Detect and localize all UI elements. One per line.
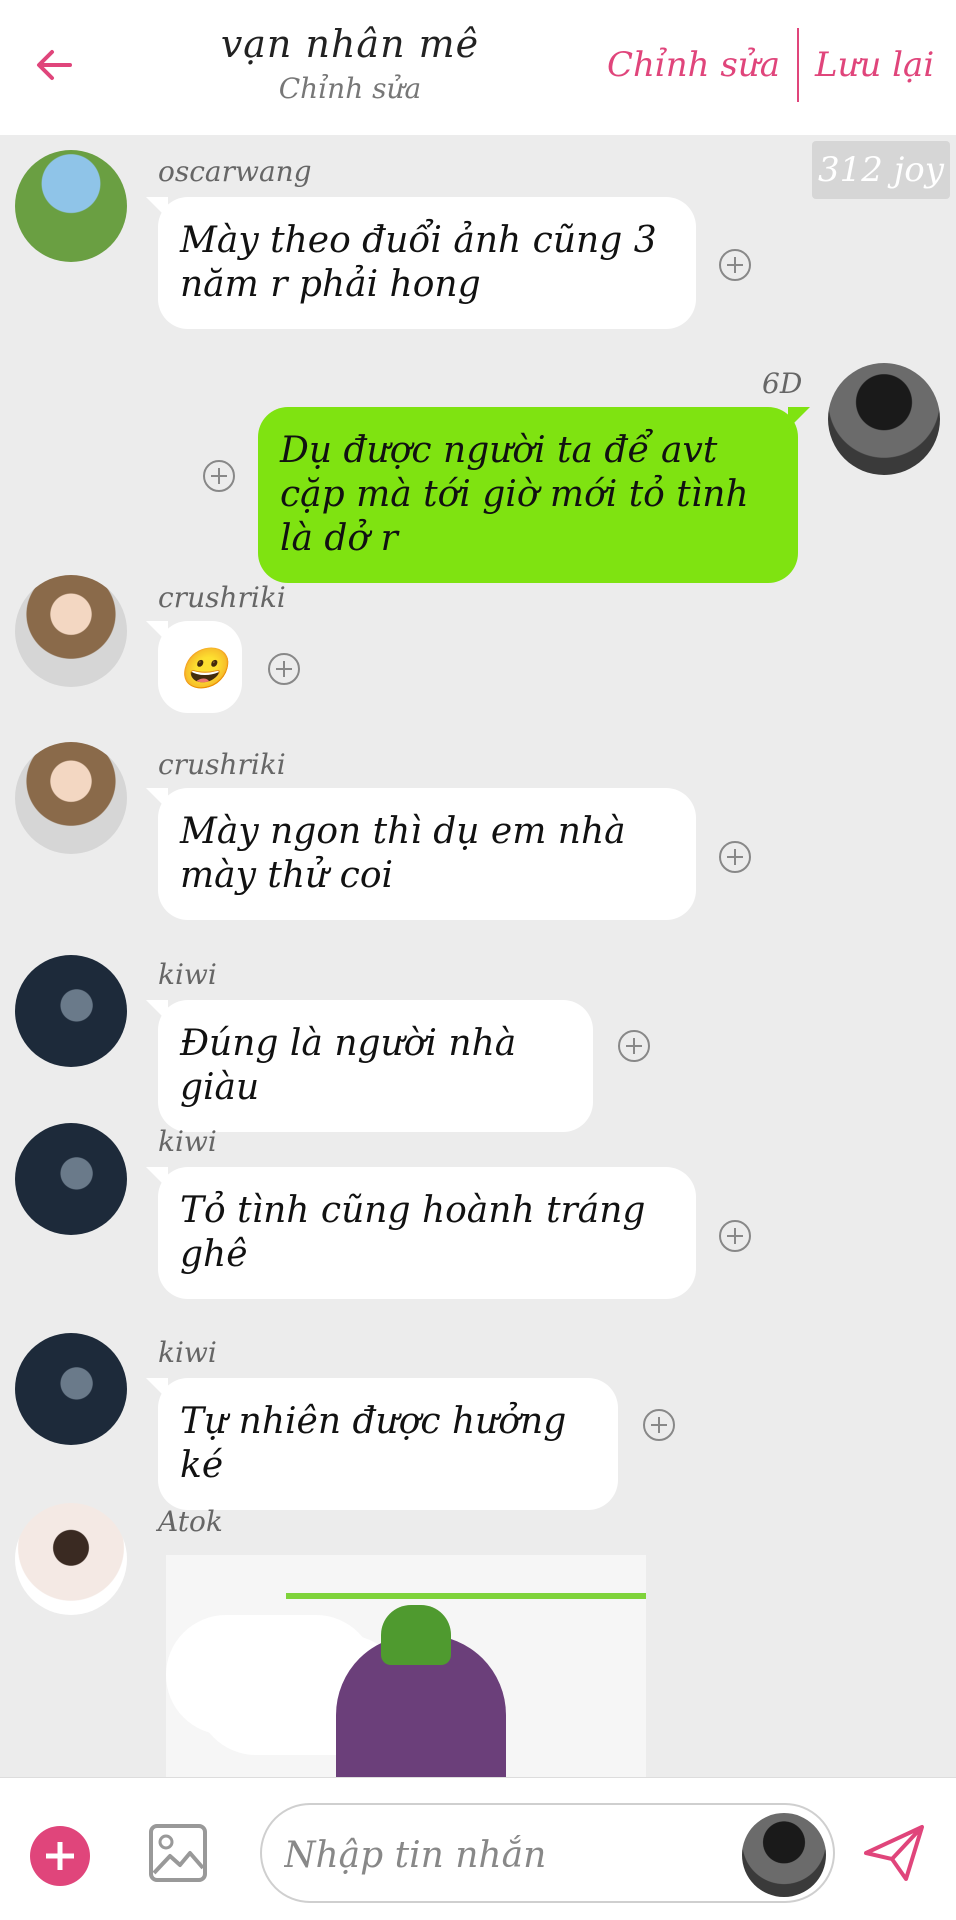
plus-circle-icon[interactable] [203,460,235,492]
message-image[interactable] [166,1555,646,1777]
sender-name: Atok [158,1505,223,1538]
plus-circle-icon[interactable] [618,1030,650,1062]
plus-circle-icon[interactable] [719,249,751,281]
send-button[interactable] [862,1823,927,1883]
add-icon[interactable] [30,1826,90,1886]
composer-avatar[interactable] [742,1813,826,1897]
send-icon [864,1825,924,1881]
header: vạn nhân mê Chỉnh sửa Chỉnh sửa Lưu lại [0,0,956,135]
avatar[interactable] [15,742,127,854]
message-bubble[interactable]: Mày theo đuổi ảnh cũng 3 năm r phải hong [146,197,696,329]
avatar[interactable] [828,363,940,475]
sender-name: 6D [762,367,803,400]
message-input[interactable] [284,1825,724,1885]
chat-title: vạn nhân mê [220,22,480,66]
chat-subtitle[interactable]: Chỉnh sửa [180,72,520,105]
plus-circle-icon[interactable] [268,653,300,685]
image-button[interactable] [148,1823,208,1883]
message-bubble[interactable]: Mày ngon thì dụ em nhà mày thử coi [146,788,696,920]
chat-area[interactable]: 312 joy oscarwang Mày theo đuổi ảnh cũng… [0,135,956,1777]
plus-circle-icon[interactable] [719,841,751,873]
message-bubble[interactable]: Tự nhiên được hưởng ké [146,1378,618,1510]
back-arrow-icon [37,50,72,80]
header-divider [797,28,799,102]
sender-name: kiwi [158,958,217,991]
message-bubble-own[interactable]: Dụ được người ta để avt cặp mà tới giờ m… [258,407,810,583]
message-bubble[interactable]: Đúng là người nhà giàu [146,1000,593,1132]
avatar[interactable] [15,955,127,1067]
image-leaf [381,1605,451,1665]
avatar[interactable] [15,150,127,262]
avatar[interactable] [15,1333,127,1445]
composer-bar [0,1777,956,1920]
plus-circle-icon[interactable] [643,1409,675,1441]
sender-name: kiwi [158,1336,217,1369]
title-block: vạn nhân mê Chỉnh sửa [180,22,520,105]
sender-name: crushriki [158,748,286,781]
message-input-container[interactable] [260,1803,835,1903]
message-bubble[interactable]: 😀 [146,621,242,713]
sender-name: crushriki [158,581,286,614]
back-button[interactable] [30,40,80,90]
message-bubble[interactable]: Tỏ tình cũng hoành tráng ghê [146,1167,696,1299]
edit-button[interactable]: Chỉnh sửa [607,45,780,85]
save-button[interactable]: Lưu lại [815,45,934,85]
sender-name: oscarwang [158,155,312,188]
sender-name: kiwi [158,1125,217,1158]
image-icon [149,1824,207,1882]
avatar[interactable] [15,1123,127,1235]
plus-circle-icon[interactable] [719,1220,751,1252]
avatar[interactable] [15,575,127,687]
image-line [286,1593,646,1599]
avatar[interactable] [15,1503,127,1615]
watermark: 312 joy [812,141,950,199]
